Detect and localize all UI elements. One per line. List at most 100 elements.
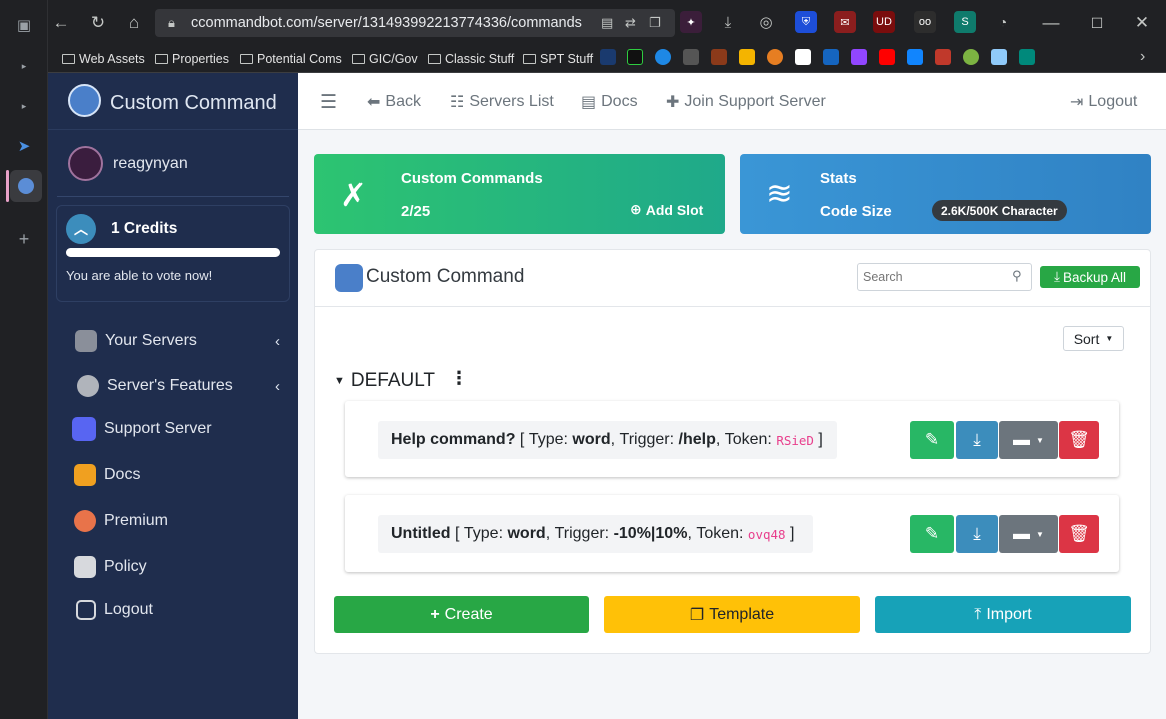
url-text: ccommandbot.com/server/1314939922137743​… — [191, 15, 582, 31]
bookmark-favicon[interactable] — [963, 49, 979, 65]
add-app-icon[interactable]: + — [12, 227, 36, 251]
folder-dropdown-button[interactable]: ▬ ▼ — [999, 515, 1058, 553]
extension-glasses-icon[interactable]: oo — [914, 11, 936, 33]
translate-icon[interactable]: ⇄ — [625, 15, 636, 31]
bookmark-folder[interactable]: GIC/Gov — [352, 50, 418, 68]
code-size-label: Code Size — [820, 203, 892, 220]
template-button[interactable]: ❐ Template — [604, 596, 860, 633]
custom-commands-card: ✗ Custom Commands 2/25 ⊕ Add Slot — [314, 154, 725, 234]
bookmark-folder[interactable]: Web Assets — [62, 50, 145, 68]
home-icon[interactable]: ⌂ — [123, 12, 145, 34]
create-button[interactable]: + Create — [334, 596, 589, 633]
bookmark-favicon[interactable] — [600, 49, 616, 65]
folder-icon: ▬ — [1013, 430, 1031, 449]
bookmark-favicon[interactable] — [767, 49, 783, 65]
bookmark-favicon[interactable] — [907, 49, 923, 65]
bookmark-favicon[interactable] — [851, 49, 867, 65]
caret-down-icon: ▼ — [1105, 334, 1114, 343]
command-info[interactable]: Help command? [ Type: word, Trigger: /he… — [378, 421, 837, 459]
command-info[interactable]: Untitled [ Type: word, Trigger: -10%|10%… — [378, 515, 813, 553]
sidebar-item-policy[interactable]: Policy — [74, 553, 147, 581]
minimize-icon[interactable]: — — [1040, 12, 1062, 34]
extension-mail-icon[interactable]: ✉ — [834, 11, 856, 33]
folder-icon — [62, 54, 75, 64]
bird-app-icon[interactable]: ➤ — [12, 134, 36, 158]
download-button[interactable]: ⤓ — [956, 515, 998, 553]
delete-button[interactable]: 🗑︎ — [1059, 421, 1099, 459]
brand-link[interactable]: Custom Command — [48, 73, 298, 130]
sidebar-item-logout[interactable]: Logout — [76, 596, 153, 624]
bookmark-favicon[interactable] — [935, 49, 951, 65]
bookmark-favicon[interactable] — [739, 49, 755, 65]
extension-icon[interactable]: ✦ — [680, 11, 702, 33]
bookmark-favicon[interactable] — [823, 49, 839, 65]
edit-icon: ✎ — [924, 430, 940, 449]
bookmark-folder[interactable]: Classic Stuff — [428, 50, 514, 68]
plus-icon: ✚ — [666, 94, 680, 111]
sidebar-item-your-servers[interactable]: Your Servers ‹ — [75, 327, 280, 355]
nav-join-support[interactable]: ✚ Join Support Server — [666, 92, 826, 112]
group-menu-icon[interactable]: ⋮ — [450, 368, 468, 389]
bookmark-icon[interactable]: ❐ — [649, 15, 661, 31]
sidebar-item-support-server[interactable]: Support Server — [72, 415, 212, 443]
bookmark-favicon[interactable] — [795, 49, 811, 65]
hamburger-icon[interactable]: ☰ — [320, 92, 337, 113]
nav-logout[interactable]: ⇥ Logout — [1070, 92, 1137, 112]
sidebar-item-premium[interactable]: Premium — [74, 507, 168, 535]
reader-icon[interactable]: ▤ — [601, 15, 613, 31]
profile-icon[interactable]: ◔ — [992, 11, 1014, 33]
sort-dropdown[interactable]: Sort ▼ — [1063, 326, 1124, 351]
upload-icon: ⤒ — [974, 605, 982, 623]
edit-icon: ✎ — [924, 524, 940, 543]
user-name[interactable]: reagynyan — [113, 155, 188, 173]
extension-shield-icon[interactable]: ⛨ — [795, 11, 817, 33]
folder-dropdown-button[interactable]: ▬ ▼ — [999, 421, 1058, 459]
maximize-icon[interactable]: ☐ — [1086, 12, 1108, 34]
rail-play-icon[interactable]: ▸ — [12, 54, 36, 78]
chevron-right-icon[interactable]: › — [1140, 48, 1145, 66]
bookmark-favicon[interactable] — [879, 49, 895, 65]
search-input[interactable] — [857, 263, 1032, 291]
extension-circle-icon[interactable]: ◎ — [755, 11, 777, 33]
credits-label: 1 Credits — [111, 220, 178, 237]
import-button[interactable]: ⤒ Import — [875, 596, 1131, 633]
sidebar-item-docs[interactable]: Docs — [74, 461, 140, 489]
folder-icon: ▬ — [1013, 524, 1031, 543]
group-default[interactable]: ▼ DEFAULT — [334, 370, 435, 392]
edit-button[interactable]: ✎ — [910, 515, 954, 553]
bookmark-favicon[interactable] — [991, 49, 1007, 65]
nav-servers-list[interactable]: ☷ Servers List — [450, 92, 554, 112]
tools-icon: ✗ — [340, 177, 367, 213]
bookmark-folder[interactable]: SPT Stuff — [523, 50, 593, 68]
caret-down-icon: ▼ — [334, 375, 345, 387]
bookmark-folder[interactable]: Properties — [155, 50, 229, 68]
address-bar[interactable]: 🔒︎ ccommandbot.com/server/13149399221377… — [155, 9, 675, 37]
sidebar-toggle-icon[interactable]: ▣ — [12, 13, 36, 37]
download-icon[interactable]: ⤓ — [717, 11, 739, 33]
trash-icon: 🗑︎ — [1068, 524, 1090, 543]
nav-back[interactable]: ⬅︎ Back — [367, 92, 421, 112]
book-icon: ▤ — [581, 94, 597, 111]
download-button[interactable]: ⤓ — [956, 421, 998, 459]
close-icon[interactable]: ✕ — [1131, 12, 1153, 34]
backup-all-button[interactable]: ⤓ Backup All — [1040, 266, 1140, 288]
nav-docs[interactable]: ▤ Docs — [581, 92, 638, 112]
delete-button[interactable]: 🗑︎ — [1059, 515, 1099, 553]
reload-icon[interactable]: ↻ — [87, 12, 109, 34]
extension-s-icon[interactable]: S — [954, 11, 976, 33]
custom-command-app-icon[interactable] — [10, 170, 42, 202]
sidebar-item-servers-features[interactable]: Server's Features ‹ — [77, 372, 280, 400]
add-slot-button[interactable]: ⊕ Add Slot — [630, 201, 703, 218]
folder-icon — [523, 54, 536, 64]
bookmark-favicon[interactable] — [627, 49, 643, 65]
bookmark-favicon[interactable] — [711, 49, 727, 65]
chevron-up-icon[interactable]: ︿ — [66, 214, 96, 244]
edit-button[interactable]: ✎ — [910, 421, 954, 459]
bookmark-folder[interactable]: Potential Coms — [240, 50, 342, 68]
rail-play-icon[interactable]: ▸ — [12, 94, 36, 118]
bookmark-favicon[interactable] — [683, 49, 699, 65]
bookmark-favicon[interactable] — [1019, 49, 1035, 65]
bookmark-favicon[interactable] — [655, 49, 671, 65]
ublock-icon[interactable]: UD — [873, 11, 895, 33]
back-arrow-icon[interactable]: ← — [50, 12, 72, 34]
